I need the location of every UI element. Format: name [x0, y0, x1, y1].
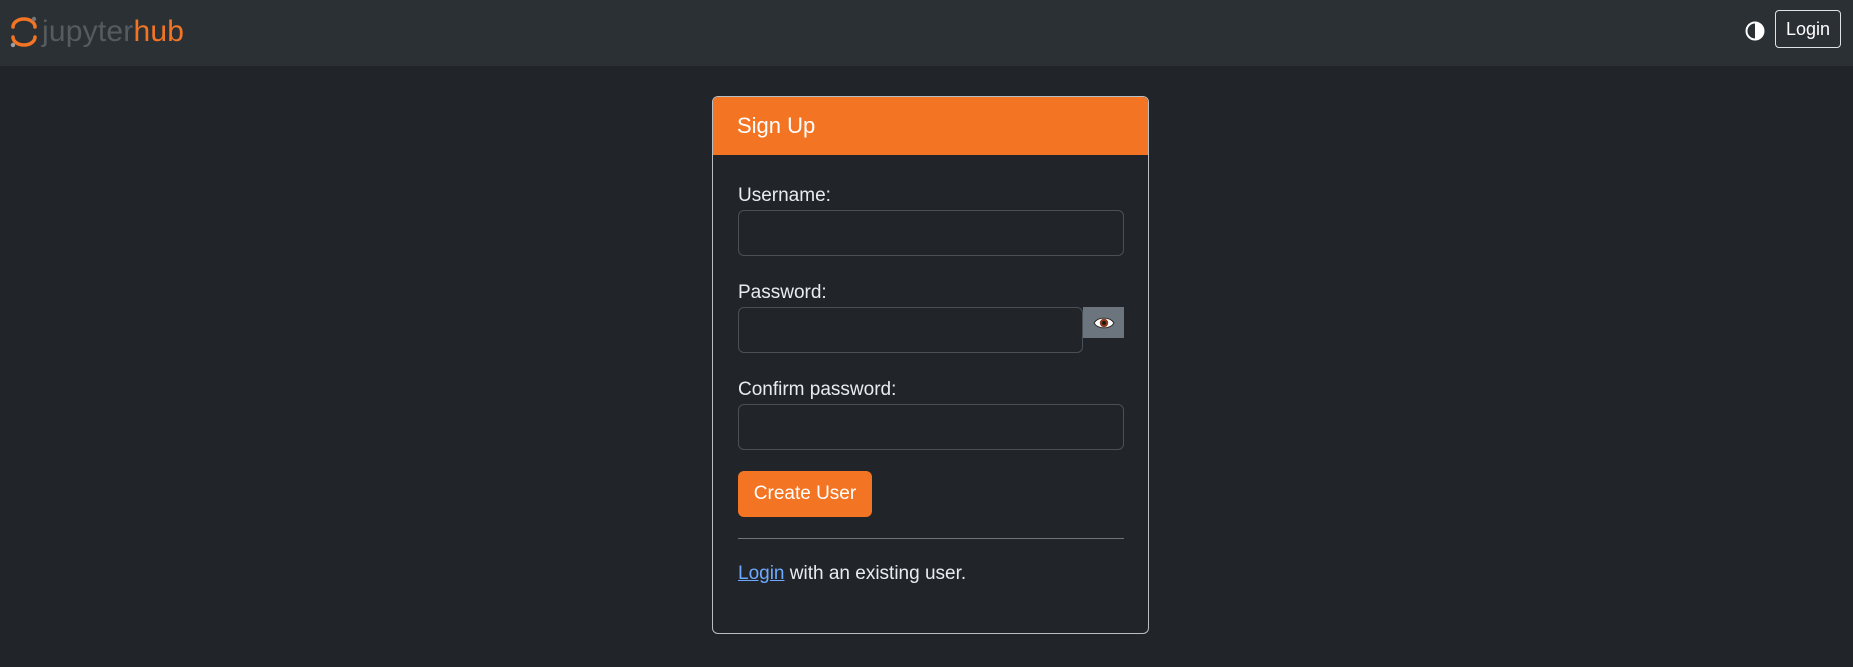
nav-login-button[interactable]: Login: [1775, 10, 1841, 48]
jupyterhub-logo[interactable]: jupyterhub: [10, 12, 184, 52]
password-label: Password:: [738, 282, 827, 303]
signup-card-header: Sign Up: [713, 97, 1148, 155]
eye-icon: [1092, 317, 1115, 328]
theme-toggle-button[interactable]: [1744, 20, 1766, 42]
username-label: Username:: [738, 185, 831, 206]
confirm-password-label: Confirm password:: [738, 379, 897, 400]
contrast-icon: [1745, 21, 1765, 41]
password-input[interactable]: [738, 307, 1083, 353]
show-password-button[interactable]: [1083, 307, 1124, 338]
username-input[interactable]: [738, 210, 1124, 256]
create-user-button[interactable]: Create User: [738, 471, 872, 517]
jupyter-logo-icon: [10, 16, 37, 48]
logo-text-hub: hub: [133, 15, 185, 48]
existing-user-line: Login with an existing user.: [738, 563, 966, 585]
signup-card: Sign Up Username: Password: Confirm pass…: [712, 96, 1149, 634]
card-divider: [738, 538, 1124, 539]
confirm-password-input[interactable]: [738, 404, 1124, 450]
existing-user-text: with an existing user.: [784, 563, 967, 584]
logo-text-jupyter: jupyter: [42, 15, 134, 48]
top-navbar: jupyterhub Login: [0, 0, 1853, 66]
login-link[interactable]: Login: [738, 563, 785, 584]
signup-title: Sign Up: [737, 113, 816, 138]
